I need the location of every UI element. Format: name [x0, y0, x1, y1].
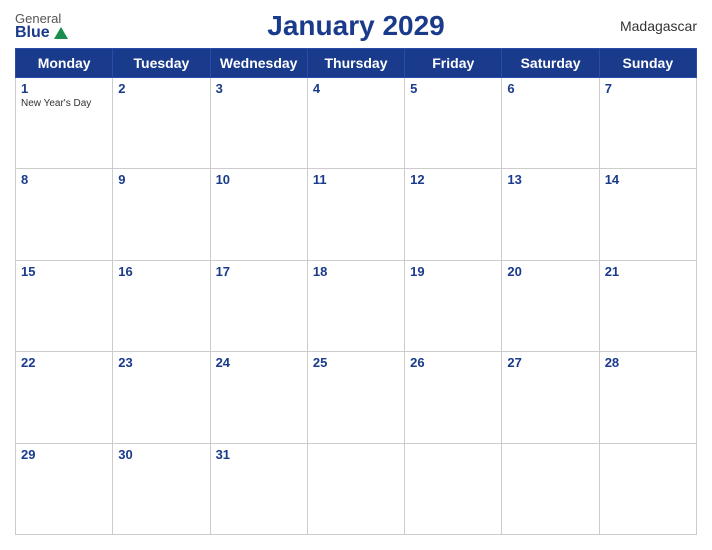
calendar-cell: 12	[405, 169, 502, 260]
date-number: 20	[507, 264, 593, 279]
calendar-week-row: 1 New Year's Day 234567	[16, 78, 697, 169]
day-header-sunday: Sunday	[599, 49, 696, 78]
calendar-header: General Blue January 2029 Madagascar	[15, 10, 697, 42]
calendar-cell: 7	[599, 78, 696, 169]
date-number: 7	[605, 81, 691, 96]
date-number: 31	[216, 447, 302, 462]
day-header-friday: Friday	[405, 49, 502, 78]
calendar-cell: 18	[307, 260, 404, 351]
calendar-cell: 3	[210, 78, 307, 169]
date-number: 6	[507, 81, 593, 96]
calendar-cell: 14	[599, 169, 696, 260]
calendar-cell	[502, 443, 599, 534]
calendar-cell: 9	[113, 169, 210, 260]
day-header-monday: Monday	[16, 49, 113, 78]
date-number: 27	[507, 355, 593, 370]
date-number: 29	[21, 447, 107, 462]
calendar-table: MondayTuesdayWednesdayThursdayFridaySatu…	[15, 48, 697, 535]
page-title: January 2029	[267, 10, 444, 42]
date-number: 18	[313, 264, 399, 279]
calendar-cell: 17	[210, 260, 307, 351]
calendar-week-row: 89 10 11 12 13 14	[16, 169, 697, 260]
day-header-tuesday: Tuesday	[113, 49, 210, 78]
logo-general-text: General	[15, 12, 61, 25]
date-number: 11	[313, 172, 399, 187]
calendar-cell: 16	[113, 260, 210, 351]
calendar-cell: 27	[502, 352, 599, 443]
calendar-cell: 23	[113, 352, 210, 443]
calendar-cell: 2	[113, 78, 210, 169]
date-number: 1	[21, 81, 107, 96]
calendar-cell: 15	[16, 260, 113, 351]
calendar-cell: 4	[307, 78, 404, 169]
date-number: 24	[216, 355, 302, 370]
calendar-cell: 30	[113, 443, 210, 534]
date-number: 2	[118, 81, 204, 96]
calendar-cell: 1 New Year's Day	[16, 78, 113, 169]
calendar-week-row: 15 16 17 18 19 20 21	[16, 260, 697, 351]
calendar-cell: 13	[502, 169, 599, 260]
date-number: 30	[118, 447, 204, 462]
calendar-cell: 21	[599, 260, 696, 351]
calendar-cell: 11	[307, 169, 404, 260]
date-number: 13	[507, 172, 593, 187]
calendar-cell: 6	[502, 78, 599, 169]
date-number: 14	[605, 172, 691, 187]
days-header-row: MondayTuesdayWednesdayThursdayFridaySatu…	[16, 49, 697, 78]
date-number: 16	[118, 264, 204, 279]
calendar-cell: 28	[599, 352, 696, 443]
calendar-cell: 29	[16, 443, 113, 534]
date-number: 21	[605, 264, 691, 279]
calendar-cell: 20	[502, 260, 599, 351]
calendar-cell	[599, 443, 696, 534]
calendar-cell: 25	[307, 352, 404, 443]
date-number: 8	[21, 172, 107, 187]
date-number: 25	[313, 355, 399, 370]
calendar-cell: 19	[405, 260, 502, 351]
date-number: 28	[605, 355, 691, 370]
calendar-cell	[405, 443, 502, 534]
holiday-label: New Year's Day	[21, 98, 107, 109]
calendar-cell: 24	[210, 352, 307, 443]
day-header-wednesday: Wednesday	[210, 49, 307, 78]
logo: General Blue	[15, 12, 68, 41]
calendar-cell: 5	[405, 78, 502, 169]
country-label: Madagascar	[620, 18, 697, 34]
calendar-week-row: 22 23 24 25 26 27 28	[16, 352, 697, 443]
date-number: 17	[216, 264, 302, 279]
calendar-week-row: 29 30 31	[16, 443, 697, 534]
calendar-cell: 22	[16, 352, 113, 443]
calendar-cell: 10	[210, 169, 307, 260]
day-header-saturday: Saturday	[502, 49, 599, 78]
date-number: 12	[410, 172, 496, 187]
date-number: 10	[216, 172, 302, 187]
date-number: 9	[118, 172, 204, 187]
day-header-thursday: Thursday	[307, 49, 404, 78]
date-number: 19	[410, 264, 496, 279]
calendar-cell: 8	[16, 169, 113, 260]
date-number: 15	[21, 264, 107, 279]
date-number: 26	[410, 355, 496, 370]
date-number: 23	[118, 355, 204, 370]
logo-triangle-icon	[54, 27, 68, 39]
calendar-cell: 31	[210, 443, 307, 534]
date-number: 22	[21, 355, 107, 370]
calendar-cell: 26	[405, 352, 502, 443]
calendar-cell	[307, 443, 404, 534]
date-number: 3	[216, 81, 302, 96]
date-number: 5	[410, 81, 496, 96]
date-number: 4	[313, 81, 399, 96]
logo-blue-text: Blue	[15, 25, 68, 41]
